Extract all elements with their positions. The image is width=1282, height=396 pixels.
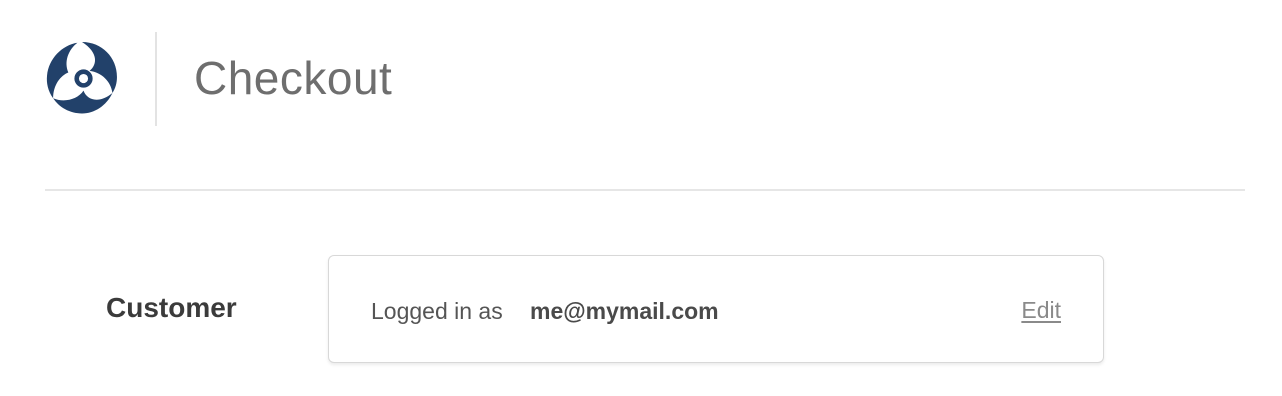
section-divider bbox=[45, 189, 1245, 191]
brand-logo-icon bbox=[44, 39, 120, 115]
checkout-header: Checkout bbox=[0, 0, 1282, 190]
edit-customer-link[interactable]: Edit bbox=[1021, 295, 1061, 325]
customer-info-card: Logged in as me@mymail.com Edit bbox=[328, 255, 1104, 363]
customer-email: me@mymail.com bbox=[530, 298, 719, 324]
logged-in-label: Logged in as bbox=[371, 298, 503, 324]
checkout-page: Checkout Customer Logged in as me@mymail… bbox=[0, 0, 1282, 396]
page-title: Checkout bbox=[194, 52, 393, 104]
header-divider bbox=[155, 32, 157, 126]
customer-section-label: Customer bbox=[106, 292, 237, 323]
